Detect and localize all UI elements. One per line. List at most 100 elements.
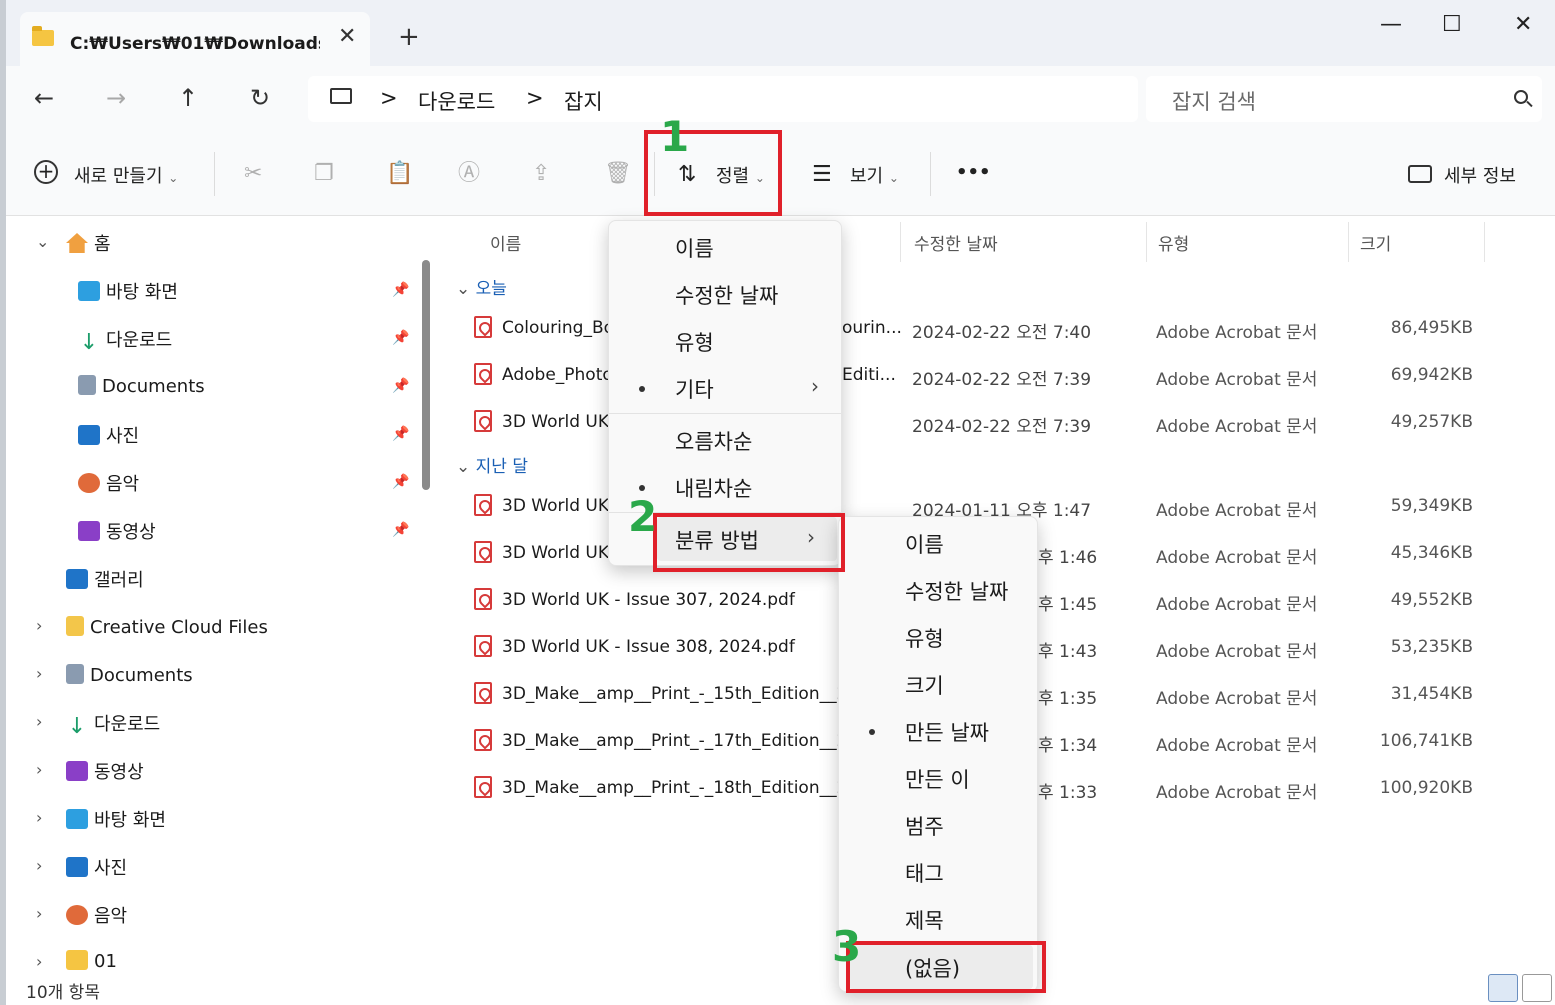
breadcrumb-magazine[interactable]: 잡지 [564,86,603,116]
sidebar-item-videos-2[interactable]: 동영상 [66,758,144,784]
file-name: 3D World UK [502,496,610,516]
search-box[interactable]: 잡지 검색 [1146,76,1542,122]
search-input[interactable]: 잡지 검색 [1172,86,1256,116]
divider [214,152,215,196]
view-button[interactable]: 보기 ⌄ [850,162,899,188]
group-menu-item-tag[interactable]: 태그 [839,850,1037,894]
paste-icon[interactable]: 📋 [386,162,413,186]
sidebar-item-desktop[interactable]: 바탕 화면 [78,278,178,304]
sort-menu-item-date[interactable]: 수정한 날짜 [609,272,841,316]
column-divider[interactable] [900,222,901,262]
new-tab-button[interactable]: + [398,24,420,50]
file-name: 3D_Make__amp__Print_-_17th_Edition__20 [502,731,859,751]
group-menu-item-type[interactable]: 유형 [839,615,1037,659]
chevron-down-icon: ⌄ [168,171,179,185]
forward-icon[interactable]: → [106,86,126,110]
maximize-button[interactable]: ☐ [1442,12,1462,37]
sidebar-item-documents[interactable]: Documents [78,375,205,397]
annotation-number-3: 3 [832,922,862,971]
new-button[interactable]: 새로 만들기 ⌄ [74,162,178,188]
menu-label: 수정한 날짜 [675,284,779,308]
pdf-icon [474,635,492,657]
chevron-right-icon[interactable]: › [36,712,42,731]
sort-menu-item-name[interactable]: 이름 [609,225,841,269]
chevron-right-icon[interactable]: › [36,952,42,971]
sort-menu-item-type[interactable]: 유형 [609,319,841,363]
chevron-right-icon[interactable]: › [36,808,42,827]
sidebar-item-gallery[interactable]: 갤러리 [66,566,144,592]
pin-icon[interactable]: 📌 [392,522,409,538]
sidebar-item-documents-2[interactable]: Documents [66,664,193,686]
details-view-icon[interactable] [1488,974,1518,1002]
group-header-last-month[interactable]: ⌄ 지난 달 [456,452,528,477]
column-divider[interactable] [1484,222,1485,262]
chevron-right-icon[interactable]: › [36,664,42,683]
chevron-right-icon[interactable]: › [36,760,42,779]
sort-menu-item-more[interactable]: 기타 › [609,366,841,410]
sidebar-item-music-2[interactable]: 음악 [66,902,127,928]
group-menu-item-date[interactable]: 수정한 날짜 [839,568,1037,612]
group-menu-item-size[interactable]: 크기 [839,662,1037,706]
cut-icon[interactable]: ✂ [244,162,262,186]
column-header-type[interactable]: 유형 [1158,230,1189,255]
pin-icon[interactable]: 📌 [392,282,409,298]
group-menu-item-category[interactable]: 범주 [839,803,1037,847]
chevron-right-icon: › [811,374,819,398]
file-name-tail: ourin... [842,318,902,338]
sidebar-item-music[interactable]: 음악 [78,470,139,496]
minimize-button[interactable]: — [1380,12,1402,37]
address-bar[interactable]: > 다운로드 > 잡지 [308,76,1138,122]
sidebar-item-pictures-2[interactable]: 사진 [66,854,127,880]
group-menu-item-title[interactable]: 제목 [839,897,1037,941]
group-menu-item-name[interactable]: 이름 [839,521,1037,565]
sidebar-item-videos[interactable]: 동영상 [78,518,156,544]
column-divider[interactable] [1146,222,1147,262]
copy-icon[interactable]: ❐ [314,162,334,186]
sort-menu-item-ascending[interactable]: 오름차순 [609,418,841,462]
pin-icon[interactable]: 📌 [392,426,409,442]
sidebar-item-creative-cloud[interactable]: Creative Cloud Files [66,616,268,638]
rename-icon[interactable]: Ⓐ [458,162,480,186]
new-plus-icon: + [34,160,58,184]
file-name: Adobe_Photo [502,365,613,385]
sidebar-label: 갤러리 [94,570,144,591]
breadcrumb-downloads[interactable]: 다운로드 [418,86,495,116]
file-type: Adobe Acrobat 문서 [1156,548,1318,568]
column-header-date[interactable]: 수정한 날짜 [914,230,998,255]
group-menu-item-created[interactable]: 만든 날짜 [839,709,1037,753]
sidebar-label: Documents [102,376,205,397]
pin-icon[interactable]: 📌 [392,378,409,394]
sidebar-item-01[interactable]: 01 [66,950,117,972]
sidebar-item-home[interactable]: 홈 [66,230,111,256]
sidebar-item-downloads[interactable]: ↓ 다운로드 [78,326,172,354]
group-header-today[interactable]: ⌄ 오늘 [456,274,507,299]
tab-downloads[interactable]: C:₩Users₩01₩Downloads₩잡 ✕ [20,12,370,66]
chevron-right-icon[interactable]: › [36,856,42,875]
more-options-button[interactable]: ••• [956,162,991,183]
column-divider[interactable] [1348,222,1349,262]
pin-icon[interactable]: 📌 [392,474,409,490]
pin-icon[interactable]: 📌 [392,330,409,346]
column-header-name[interactable]: 이름 [490,230,521,255]
refresh-icon[interactable]: ↻ [250,86,270,110]
sidebar-item-pictures[interactable]: 사진 [78,422,139,448]
column-header-size[interactable]: 크기 [1360,230,1391,255]
tab-close-button[interactable]: ✕ [338,24,356,49]
share-icon[interactable]: ⇪ [532,162,550,186]
sidebar-item-desktop-2[interactable]: 바탕 화면 [66,806,166,832]
details-button[interactable]: 세부 정보 [1444,162,1516,188]
sidebar-scrollbar[interactable] [422,260,430,490]
back-icon[interactable]: ← [34,86,54,110]
chevron-down-icon: ⌄ [456,457,471,477]
group-menu-item-author[interactable]: 만든 이 [839,756,1037,800]
close-window-button[interactable]: ✕ [1514,12,1532,37]
sidebar-item-downloads-2[interactable]: ↓ 다운로드 [66,710,160,738]
large-icons-view-icon[interactable] [1522,974,1552,1002]
chevron-right-icon[interactable]: › [36,904,42,923]
file-size: 49,552KB [1390,590,1473,610]
up-icon[interactable]: ↑ [178,86,198,110]
file-date: 후 1:46 [1038,548,1098,568]
delete-icon[interactable]: 🗑 [604,162,632,186]
chevron-right-icon[interactable]: › [36,616,42,635]
chevron-down-icon[interactable]: ⌄ [36,232,49,251]
